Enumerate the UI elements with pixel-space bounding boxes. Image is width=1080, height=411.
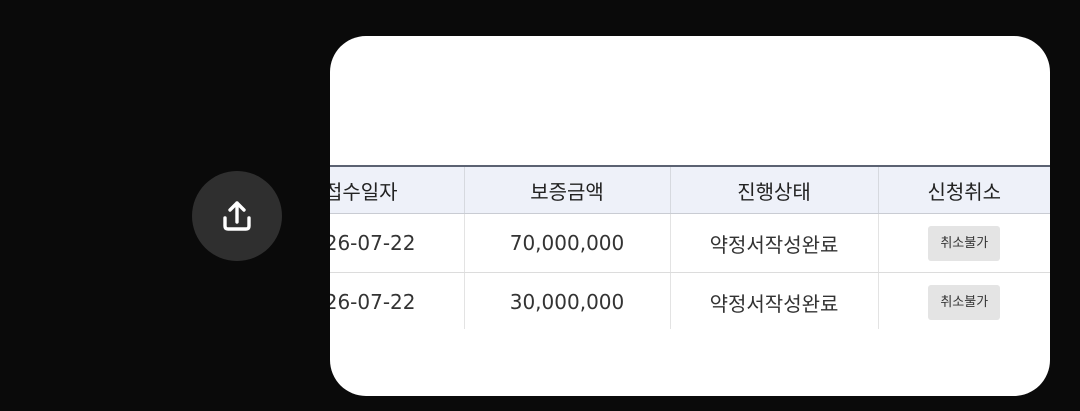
guarantee-amount-cell: 30,000,000	[463, 272, 670, 329]
cancel-cell: 취소불가	[877, 272, 1050, 329]
table-viewport: 접수일자 보증금액 진행상태 신청취소 2026-07-22 70,000,00…	[330, 165, 1050, 329]
cancel-unavailable-button[interactable]: 취소불가	[928, 284, 1001, 320]
receipt-date-cell: 2026-07-22	[330, 213, 464, 273]
screenshot-preview-card[interactable]: 접수일자 보증금액 진행상태 신청취소 2026-07-22 70,000,00…	[330, 36, 1050, 396]
table-header-row: 접수일자 보증금액 진행상태 신청취소	[330, 165, 1050, 214]
table-row: 2026-07-22 30,000,000 약정서작성완료 취소불가	[330, 272, 1050, 329]
progress-status-cell: 약정서작성완료	[669, 272, 878, 329]
header-receipt-date: 접수일자	[330, 165, 464, 214]
share-button[interactable]	[192, 171, 282, 261]
table-row: 2026-07-22 70,000,000 약정서작성완료 취소불가	[330, 213, 1050, 273]
header-cancel-request: 신청취소	[877, 165, 1050, 214]
share-upload-icon	[215, 194, 259, 238]
header-progress-status: 진행상태	[669, 165, 878, 214]
guarantee-amount-cell: 70,000,000	[463, 213, 670, 273]
header-guarantee-amount: 보증금액	[463, 165, 670, 214]
progress-status-cell: 약정서작성완료	[669, 213, 878, 273]
cancel-unavailable-button[interactable]: 취소불가	[928, 225, 1001, 261]
guarantee-results-table: 접수일자 보증금액 진행상태 신청취소 2026-07-22 70,000,00…	[330, 165, 1050, 329]
cancel-cell: 취소불가	[877, 213, 1050, 273]
receipt-date-cell: 2026-07-22	[330, 272, 464, 329]
